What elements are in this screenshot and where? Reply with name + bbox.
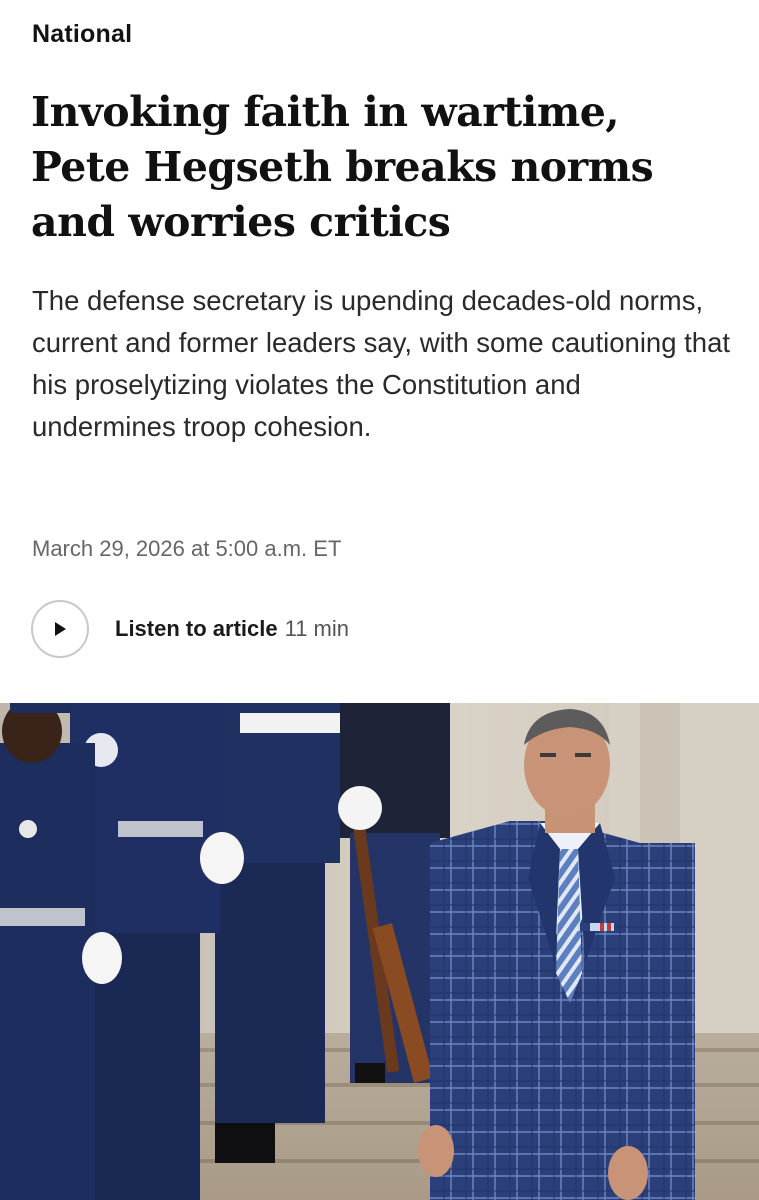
hero-photo xyxy=(0,703,759,1200)
article-dek: The defense secretary is upending decade… xyxy=(32,285,731,442)
hero-photo-illustration xyxy=(0,703,759,1200)
publish-timestamp: March 29, 2026 at 5:00 a.m. ET xyxy=(32,536,342,561)
listen-to-article[interactable]: Listen to article 11 min xyxy=(31,598,349,660)
play-icon xyxy=(52,621,68,637)
section-label[interactable]: National xyxy=(32,20,132,49)
listen-duration: 11 min xyxy=(284,616,349,641)
headline: Invoking faith in wartime, Pete Hegseth … xyxy=(31,88,654,246)
article-page: National Invoking faith in wartime, Pete… xyxy=(0,0,759,1200)
play-button[interactable] xyxy=(31,600,89,658)
listen-label: Listen to article xyxy=(115,616,278,641)
